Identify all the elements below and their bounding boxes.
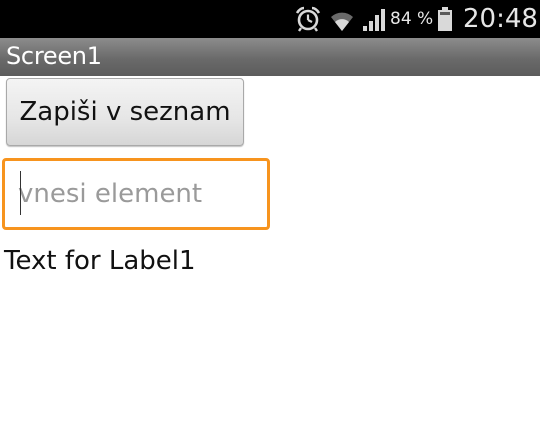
text-cursor [20,171,21,215]
signal-icon [362,0,386,38]
alarm-icon [294,0,322,38]
battery-icon [437,0,453,38]
element-input[interactable] [5,161,267,227]
element-input-container[interactable] [2,158,270,230]
wifi-icon [328,0,356,38]
status-bar: 84 % 20:48 [0,0,540,38]
screen-title: Screen1 [6,42,102,70]
battery-percent: 84 % [390,9,434,29]
title-bar: Screen1 [0,38,540,76]
label1: Text for Label1 [4,246,196,276]
clock: 20:48 [463,4,538,34]
add-to-list-button[interactable]: Zapiši v seznam [6,78,244,146]
